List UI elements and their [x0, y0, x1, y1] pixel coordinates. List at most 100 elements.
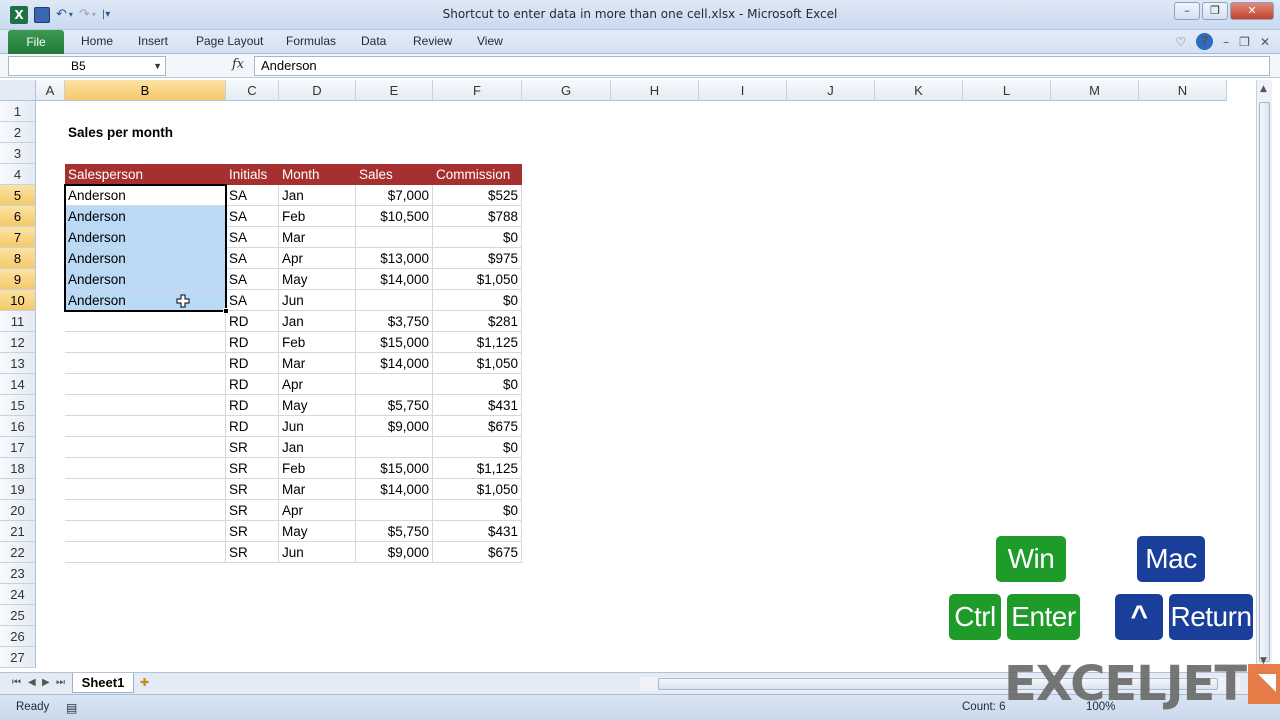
table-cell[interactable]: $281: [433, 311, 522, 332]
column-header-j[interactable]: J: [787, 80, 875, 101]
row-header-22[interactable]: 22: [0, 542, 36, 563]
last-sheet-icon[interactable]: ⏭: [56, 677, 65, 688]
table-cell[interactable]: Mar: [279, 227, 356, 248]
row-header-2[interactable]: 2: [0, 122, 36, 143]
table-cell[interactable]: [65, 374, 226, 395]
table-cell[interactable]: Jan: [279, 185, 356, 206]
table-cell[interactable]: $1,050: [433, 269, 522, 290]
row-header-21[interactable]: 21: [0, 521, 36, 542]
vertical-scrollbar[interactable]: ▲ ▼: [1256, 80, 1272, 670]
table-cell[interactable]: May: [279, 521, 356, 542]
table-cell[interactable]: SR: [226, 479, 279, 500]
row-header-26[interactable]: 26: [0, 626, 36, 647]
table-cell[interactable]: Jun: [279, 290, 356, 311]
workbook-minimize-icon[interactable]: –: [1223, 35, 1229, 49]
close-icon[interactable]: ✕: [1230, 2, 1274, 20]
table-header-month[interactable]: Month: [279, 164, 356, 185]
table-cell[interactable]: $3,750: [356, 311, 433, 332]
column-header-a[interactable]: A: [36, 80, 65, 101]
table-cell[interactable]: $431: [433, 521, 522, 542]
help-icon[interactable]: ?: [1196, 33, 1214, 50]
row-header-23[interactable]: 23: [0, 563, 36, 584]
column-header-c[interactable]: C: [226, 80, 279, 101]
table-cell[interactable]: SA: [226, 290, 279, 311]
workbook-restore-icon[interactable]: ❐: [1239, 35, 1250, 49]
table-cell[interactable]: SR: [226, 542, 279, 563]
table-cell[interactable]: Feb: [279, 458, 356, 479]
table-cell[interactable]: [65, 332, 226, 353]
name-box[interactable]: B5 ▼: [8, 56, 166, 76]
table-cell[interactable]: $1,125: [433, 458, 522, 479]
table-cell[interactable]: $975: [433, 248, 522, 269]
restore-icon[interactable]: ❐: [1202, 2, 1228, 20]
table-cell[interactable]: RD: [226, 395, 279, 416]
table-cell[interactable]: SA: [226, 227, 279, 248]
column-header-d[interactable]: D: [279, 80, 356, 101]
table-cell[interactable]: $431: [433, 395, 522, 416]
row-header-8[interactable]: 8: [0, 248, 36, 269]
table-cell[interactable]: Feb: [279, 206, 356, 227]
table-cell[interactable]: $675: [433, 542, 522, 563]
table-header-sales[interactable]: Sales: [356, 164, 433, 185]
table-cell[interactable]: $5,750: [356, 521, 433, 542]
table-cell[interactable]: $15,000: [356, 458, 433, 479]
tab-insert[interactable]: Insert: [138, 34, 168, 48]
table-cell[interactable]: Anderson: [65, 290, 226, 311]
row-header-6[interactable]: 6: [0, 206, 36, 227]
table-cell[interactable]: $675: [433, 416, 522, 437]
row-header-20[interactable]: 20: [0, 500, 36, 521]
table-cell[interactable]: SA: [226, 269, 279, 290]
table-cell[interactable]: $525: [433, 185, 522, 206]
column-header-e[interactable]: E: [356, 80, 433, 101]
table-cell[interactable]: $15,000: [356, 332, 433, 353]
table-cell[interactable]: Apr: [279, 500, 356, 521]
table-cell[interactable]: RD: [226, 374, 279, 395]
first-sheet-icon[interactable]: ⏮: [12, 677, 21, 688]
tab-page-layout[interactable]: Page Layout: [196, 34, 263, 48]
table-cell[interactable]: [65, 437, 226, 458]
column-header-k[interactable]: K: [875, 80, 963, 101]
vertical-scroll-thumb[interactable]: [1259, 102, 1270, 662]
row-header-1[interactable]: 1: [0, 101, 36, 122]
table-cell[interactable]: [65, 311, 226, 332]
table-cell[interactable]: RD: [226, 416, 279, 437]
table-cell[interactable]: $0: [433, 290, 522, 311]
table-cell[interactable]: SR: [226, 521, 279, 542]
table-cell[interactable]: $14,000: [356, 479, 433, 500]
table-cell[interactable]: Jan: [279, 437, 356, 458]
table-cell[interactable]: SA: [226, 185, 279, 206]
table-cell[interactable]: $5,750: [356, 395, 433, 416]
table-cell[interactable]: SR: [226, 458, 279, 479]
table-cell[interactable]: [65, 416, 226, 437]
table-cell[interactable]: [356, 374, 433, 395]
file-tab[interactable]: File: [8, 30, 64, 54]
table-cell[interactable]: [356, 500, 433, 521]
tab-review[interactable]: Review: [413, 34, 452, 48]
row-header-17[interactable]: 17: [0, 437, 36, 458]
table-cell[interactable]: $14,000: [356, 353, 433, 374]
row-header-12[interactable]: 12: [0, 332, 36, 353]
column-header-b[interactable]: B: [65, 80, 226, 101]
column-header-n[interactable]: N: [1139, 80, 1227, 101]
table-cell[interactable]: $13,000: [356, 248, 433, 269]
sheet-tab-sheet1[interactable]: Sheet1: [72, 673, 134, 693]
table-cell[interactable]: [356, 290, 433, 311]
table-cell[interactable]: May: [279, 269, 356, 290]
table-cell[interactable]: SA: [226, 206, 279, 227]
column-header-g[interactable]: G: [522, 80, 611, 101]
table-cell[interactable]: SR: [226, 500, 279, 521]
row-header-7[interactable]: 7: [0, 227, 36, 248]
table-cell[interactable]: SA: [226, 248, 279, 269]
row-header-25[interactable]: 25: [0, 605, 36, 626]
macro-record-icon[interactable]: ▤: [66, 701, 77, 715]
column-header-i[interactable]: I: [699, 80, 787, 101]
column-header-l[interactable]: L: [963, 80, 1051, 101]
row-header-10[interactable]: 10: [0, 290, 36, 311]
row-header-16[interactable]: 16: [0, 416, 36, 437]
table-cell[interactable]: [65, 542, 226, 563]
table-cell[interactable]: [65, 521, 226, 542]
minimize-ribbon-icon[interactable]: ♡: [1175, 35, 1186, 49]
column-header-m[interactable]: M: [1051, 80, 1139, 101]
row-header-15[interactable]: 15: [0, 395, 36, 416]
table-cell[interactable]: $0: [433, 374, 522, 395]
